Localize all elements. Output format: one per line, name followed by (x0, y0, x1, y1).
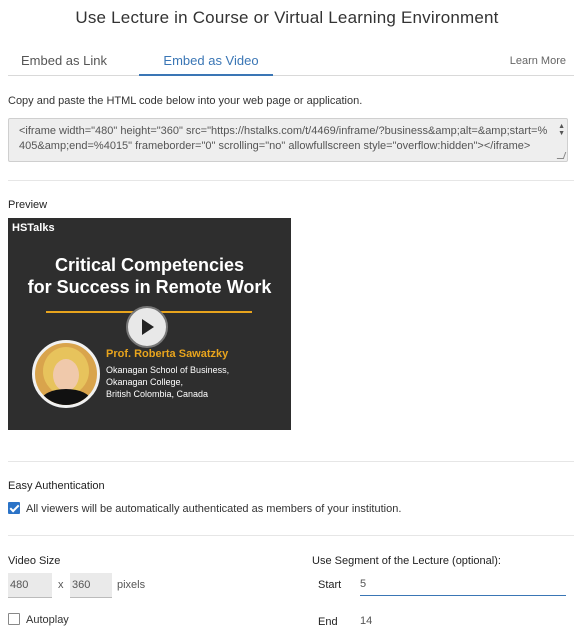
height-input[interactable]: 360 (70, 573, 112, 598)
tab-embed-as-video[interactable]: Embed as Video (151, 53, 271, 68)
affiliation-line-2: Okanagan College, (106, 377, 184, 387)
embed-code-text: <iframe width="480" height="360" src="ht… (19, 125, 548, 152)
autoplay-checkbox[interactable] (8, 613, 20, 625)
start-label: Start (318, 579, 342, 591)
video-title: Critical Competencies for Success in Rem… (8, 254, 291, 298)
divider (8, 180, 574, 181)
embed-tabs: Embed as Link Embed as Video Learn More (8, 45, 574, 76)
start-input[interactable]: 5 (360, 573, 566, 596)
auth-checkbox-row[interactable]: All viewers will be automatically authen… (8, 502, 401, 515)
end-label: End (318, 616, 338, 628)
video-preview[interactable]: HSTalks Critical Competencies for Succes… (8, 218, 291, 430)
size-unit: pixels (117, 579, 146, 591)
active-tab-indicator (139, 74, 273, 76)
segment-label: Use Segment of the Lecture (optional): (312, 555, 501, 567)
width-input[interactable]: 480 (8, 573, 52, 598)
presenter-name: Prof. Roberta Sawatzky (106, 348, 229, 360)
embed-code-textarea[interactable]: <iframe width="480" height="360" src="ht… (8, 118, 568, 162)
preview-label: Preview (8, 199, 48, 211)
auth-checkbox-label: All viewers will be automatically authen… (26, 503, 402, 515)
tab-embed-as-link[interactable]: Embed as Link (21, 53, 107, 68)
video-title-line-2: for Success in Remote Work (27, 277, 272, 297)
affiliation-line-3: British Colombia, Canada (106, 389, 209, 399)
video-size-label: Video Size (8, 555, 61, 567)
embed-instructions: Copy and paste the HTML code below into … (8, 95, 363, 107)
divider (8, 461, 574, 462)
auth-checkbox[interactable] (8, 502, 20, 514)
divider (8, 535, 574, 536)
presenter-photo (32, 340, 100, 408)
presenter-affiliation: Okanagan School of Business, Okanagan Co… (106, 364, 229, 400)
autoplay-label: Autoplay (26, 614, 69, 626)
play-icon[interactable] (126, 306, 168, 348)
easy-auth-label: Easy Authentication (8, 480, 105, 492)
end-input[interactable]: 14 (360, 610, 566, 632)
brand-logo: HSTalks (12, 222, 55, 234)
video-title-line-1: Critical Competencies (54, 255, 245, 275)
learn-more-link[interactable]: Learn More (510, 55, 566, 67)
affiliation-line-1: Okanagan School of Business, (106, 365, 230, 375)
resize-grip-icon[interactable] (556, 152, 567, 159)
size-separator: x (58, 579, 64, 591)
dialog-title: Use Lecture in Course or Virtual Learnin… (75, 8, 499, 27)
autoplay-checkbox-row[interactable]: Autoplay (8, 613, 69, 626)
scroll-arrows-icon[interactable]: ▲ ▼ (558, 123, 565, 137)
